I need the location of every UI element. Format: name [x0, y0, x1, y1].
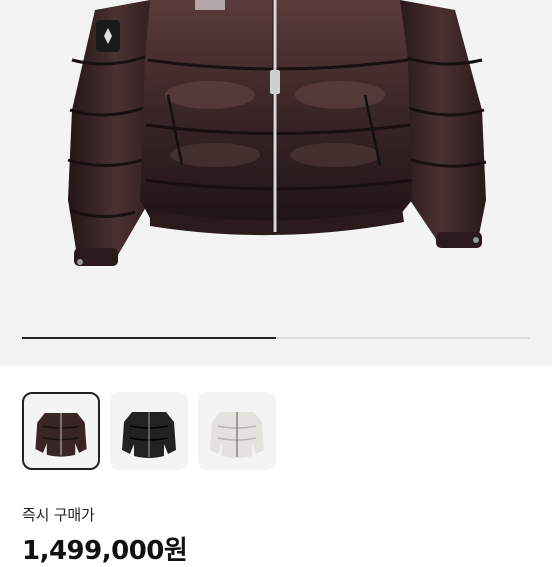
thumbnail-jacket-brown[interactable] — [22, 392, 100, 470]
thumbnail-jacket-white[interactable] — [198, 392, 276, 470]
image-carousel-progress — [22, 337, 530, 339]
jacket-thumbnail-image — [122, 412, 176, 458]
instant-buy-price: 1,499,000원 — [22, 536, 188, 566]
jacket-thumbnail-image — [210, 412, 264, 458]
image-carousel-progress-fill — [22, 337, 276, 339]
jacket-thumbnail-image — [35, 412, 87, 457]
instant-buy-price-label: 즉시 구매가 — [22, 506, 95, 524]
thumbnail-jacket-black[interactable] — [110, 392, 188, 470]
puffer-jacket-image — [67, 0, 487, 266]
product-hero-image[interactable] — [0, 0, 552, 366]
